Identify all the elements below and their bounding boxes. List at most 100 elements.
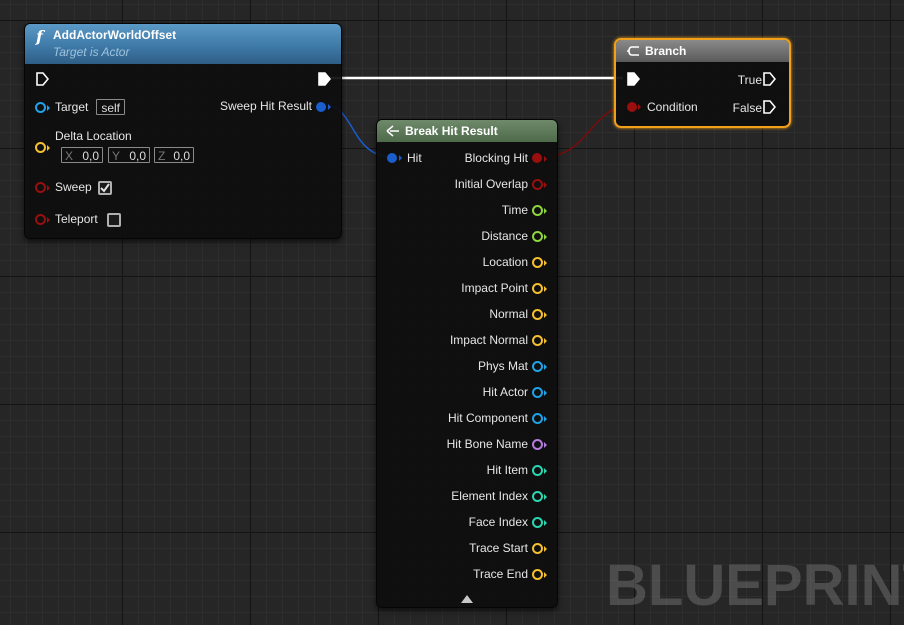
- output-arrow-7: [544, 338, 547, 344]
- x-value: 0,0: [82, 149, 99, 163]
- break-struct-icon: [386, 125, 399, 137]
- output-pin-6[interactable]: [532, 309, 543, 320]
- exec-in-pin[interactable]: [626, 72, 640, 86]
- condition-label: Condition: [647, 100, 698, 114]
- output-arrow-12: [544, 468, 547, 474]
- output-arrow-3: [544, 234, 547, 240]
- teleport-pin[interactable]: [35, 214, 46, 225]
- output-arrow-2: [544, 208, 547, 214]
- function-icon: f: [36, 27, 43, 46]
- delta-y-field[interactable]: Y 0,0: [108, 147, 150, 163]
- output-pin-10[interactable]: [532, 413, 543, 424]
- output-label-8: Phys Mat: [477, 359, 528, 373]
- exec-true-pin[interactable]: [762, 72, 776, 86]
- output-pin-0[interactable]: [532, 153, 542, 163]
- hit-input-pin[interactable]: [387, 153, 397, 163]
- output-label-9: Hit Actor: [482, 385, 528, 399]
- condition-arrow: [638, 104, 641, 110]
- output-arrow-15: [544, 546, 547, 552]
- node-header[interactable]: Branch: [616, 40, 789, 62]
- output-arrow-11: [544, 442, 547, 448]
- output-arrow-5: [544, 286, 547, 292]
- y-value: 0,0: [129, 149, 146, 163]
- exec-out-pin[interactable]: [317, 72, 331, 86]
- exec-in-pin[interactable]: [35, 72, 49, 86]
- output-arrow-16: [544, 572, 547, 578]
- output-arrow-10: [544, 416, 547, 422]
- output-arrow-0: [544, 156, 547, 162]
- sweep-pin[interactable]: [35, 182, 46, 193]
- node-header[interactable]: f AddActorWorldOffset Target is Actor: [25, 24, 341, 64]
- exec-false-pin[interactable]: [762, 100, 776, 114]
- delta-location-pin[interactable]: [35, 142, 46, 153]
- output-pin-8[interactable]: [532, 361, 543, 372]
- output-label-7: Impact Normal: [449, 333, 528, 347]
- output-label-11: Hit Bone Name: [446, 437, 528, 451]
- output-pin-15[interactable]: [532, 543, 543, 554]
- teleport-label: Teleport: [55, 212, 98, 226]
- delta-z-field[interactable]: Z 0,0: [154, 147, 194, 163]
- hit-input-arrow: [399, 155, 402, 161]
- delta-location-arrow: [47, 145, 50, 151]
- sweep-hit-result-label: Sweep Hit Result: [219, 99, 312, 113]
- delta-location-label: Delta Location: [55, 129, 132, 143]
- output-label-12: Hit Item: [486, 463, 528, 477]
- node-title: Branch: [645, 44, 687, 58]
- output-pin-1[interactable]: [532, 179, 543, 190]
- output-label-16: Trace End: [473, 567, 528, 581]
- output-pin-4[interactable]: [532, 257, 543, 268]
- output-arrow-4: [544, 260, 547, 266]
- output-pin-3[interactable]: [532, 231, 543, 242]
- teleport-arrow: [47, 217, 50, 223]
- sweep-label: Sweep: [55, 180, 92, 194]
- y-axis-label: Y: [112, 149, 121, 163]
- output-pin-2[interactable]: [532, 205, 543, 216]
- output-label-15: Trace Start: [469, 541, 528, 555]
- false-label: False: [732, 101, 762, 115]
- output-label-5: Impact Point: [461, 281, 528, 295]
- output-pin-9[interactable]: [532, 387, 543, 398]
- node-title: AddActorWorldOffset: [53, 28, 177, 42]
- branch-node[interactable]: Branch True Condition False: [614, 38, 791, 128]
- node-header[interactable]: Break Hit Result: [377, 120, 557, 142]
- node-title: Break Hit Result: [405, 124, 498, 138]
- x-axis-label: X: [65, 149, 74, 163]
- target-value-field[interactable]: self: [96, 99, 125, 115]
- output-label-0: Blocking Hit: [464, 151, 528, 165]
- blueprint-watermark: BLUEPRINT: [606, 553, 904, 618]
- output-label-13: Element Index: [451, 489, 528, 503]
- output-pin-11[interactable]: [532, 439, 543, 450]
- branch-icon: [627, 46, 639, 56]
- output-pin-12[interactable]: [532, 465, 543, 476]
- target-label: Target: [55, 100, 89, 114]
- output-arrow-14: [544, 520, 547, 526]
- condition-pin[interactable]: [627, 102, 637, 112]
- output-arrow-1: [544, 182, 547, 188]
- sweep-hit-result-pin[interactable]: [316, 102, 326, 112]
- output-pin-5[interactable]: [532, 283, 543, 294]
- sweep-arrow: [47, 185, 50, 191]
- output-label-1: Initial Overlap: [454, 177, 528, 191]
- z-axis-label: Z: [158, 149, 166, 163]
- output-label-6: Normal: [489, 307, 528, 321]
- teleport-checkbox[interactable]: [107, 213, 121, 227]
- output-pin-14[interactable]: [532, 517, 543, 528]
- output-pin-7[interactable]: [532, 335, 543, 346]
- add-actor-world-offset-node[interactable]: f AddActorWorldOffset Target is Actor Ta…: [24, 23, 342, 239]
- triangle-up-icon[interactable]: [461, 595, 473, 603]
- delta-x-field[interactable]: X 0,0: [61, 147, 103, 163]
- output-label-10: Hit Component: [447, 411, 528, 425]
- target-pin-arrow: [47, 105, 50, 111]
- output-label-2: Time: [501, 203, 528, 217]
- output-arrow-6: [544, 312, 547, 318]
- target-value: self: [101, 101, 120, 115]
- target-pin[interactable]: [35, 102, 46, 113]
- sweep-hit-result-arrow: [328, 104, 331, 110]
- output-pin-16[interactable]: [532, 569, 543, 580]
- output-pin-13[interactable]: [532, 491, 543, 502]
- sweep-checkbox[interactable]: [98, 181, 112, 195]
- checkmark-icon: [100, 183, 110, 193]
- break-hit-result-node[interactable]: Break Hit Result Hit Blocking Hit Initial…: [376, 119, 558, 608]
- hit-input-label: Hit: [407, 151, 422, 165]
- output-label-14: Face Index: [468, 515, 528, 529]
